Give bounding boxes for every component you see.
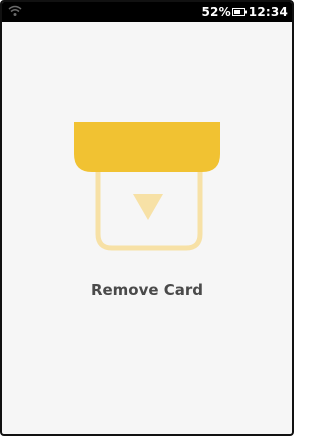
battery-percent: 52% (201, 5, 231, 19)
card-reader-slot (74, 122, 220, 172)
status-bar: 52% 12:34 (2, 2, 292, 22)
remove-card-message: Remove Card (90, 281, 204, 299)
device-screen: 52% 12:34 Remove Card (0, 0, 294, 436)
remove-card-illustration (74, 122, 220, 251)
battery-icon (231, 8, 247, 16)
clock-time: 12:34 (248, 5, 288, 19)
down-arrow-icon (133, 194, 163, 220)
status-indicators: 52% 12:34 (201, 2, 288, 22)
wifi-icon (8, 5, 22, 16)
